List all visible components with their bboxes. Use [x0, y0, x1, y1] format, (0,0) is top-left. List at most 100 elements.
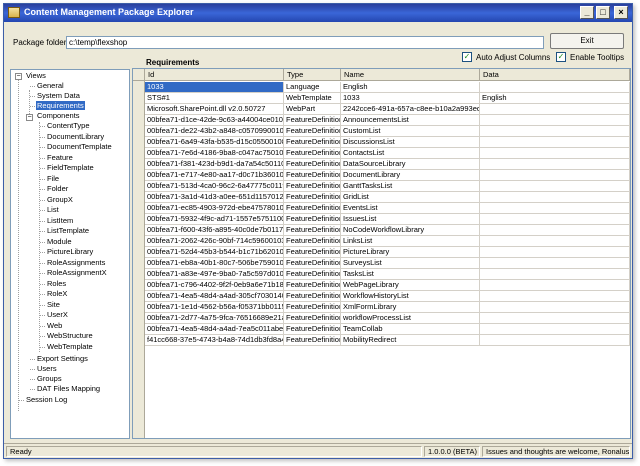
cell-id[interactable]: Microsoft.SharePoint.dll v2.0.50727 [145, 104, 284, 115]
table-row[interactable]: 00bfea71-4ea5-48d4-a4ad-305cf7030140 Feat… [145, 291, 630, 302]
tree-node-component[interactable]: WebStructure [46, 331, 94, 341]
exit-button[interactable]: Exit [550, 33, 624, 49]
cell-name[interactable]: IssuesList [341, 214, 480, 225]
auto-adjust-columns-checkbox[interactable]: ✓ [462, 52, 472, 62]
cell-data[interactable] [480, 335, 630, 346]
enable-tooltips-checkbox[interactable]: ✓ [556, 52, 566, 62]
cell-data[interactable] [480, 115, 630, 126]
title-bar[interactable]: Content Management Package Explorer _ □ … [4, 4, 632, 22]
tree-node-component[interactable]: DocumentTemplate [46, 142, 113, 152]
tree-node-component[interactable]: FieldTemplate [46, 163, 95, 173]
cell-id[interactable]: 00bfea71-4ea5-48d4-a4ad-7ea5c011abe5 [145, 324, 284, 335]
table-row[interactable]: Microsoft.SharePoint.dll v2.0.50727 WebPa… [145, 104, 630, 115]
table-row[interactable]: 00bfea71-f600-43f6-a895-40c0de7b0117 Feat… [145, 225, 630, 236]
table-row[interactable]: 00bfea71-3a1d-41d3-a0ee-651d11570120 Feat… [145, 192, 630, 203]
tree-node-component[interactable]: RoleAssignmentX [46, 268, 108, 278]
tree-node-component[interactable]: WebTemplate [46, 342, 94, 352]
table-row[interactable]: 00bfea71-1e1d-4562-b56a-f05371bb0115 Feat… [145, 302, 630, 313]
navigation-tree[interactable]: − Views General System Data Requirements… [10, 69, 130, 439]
cell-id[interactable]: 00bfea71-5932-4f9c-ad71-1557e5751100 [145, 214, 284, 225]
cell-name[interactable]: WebPageLibrary [341, 280, 480, 291]
tree-node-export-settings[interactable]: Export Settings [36, 354, 89, 364]
cell-type[interactable]: FeatureDefinition [284, 335, 341, 346]
cell-id[interactable]: STS#1 [145, 93, 284, 104]
cell-id[interactable]: 00bfea71-1e1d-4562-b56a-f05371bb0115 [145, 302, 284, 313]
cell-name[interactable]: LinksList [341, 236, 480, 247]
tree-node-system-data[interactable]: System Data [36, 91, 81, 101]
cell-id[interactable]: 00bfea71-2d77-4a75-9fca-76516689e21a [145, 313, 284, 324]
table-row[interactable]: 00bfea71-7e6d-4186-9ba8-c047ac750105 Feat… [145, 148, 630, 159]
cell-id[interactable]: 00bfea71-f381-423d-b9d1-da7a54c50110 [145, 159, 284, 170]
cell-data[interactable] [480, 192, 630, 203]
cell-type[interactable]: FeatureDefinition [284, 280, 341, 291]
cell-data[interactable] [480, 214, 630, 225]
cell-data[interactable] [480, 181, 630, 192]
tree-node-requirements[interactable]: Requirements [36, 101, 85, 111]
cell-name[interactable]: MobilityRedirect [341, 335, 480, 346]
cell-id[interactable]: 00bfea71-d1ce-42de-9c63-a44004ce0104 [145, 115, 284, 126]
column-header-type[interactable]: Type [284, 69, 341, 81]
tree-node-component[interactable]: Site [46, 300, 61, 310]
table-row[interactable]: STS#1 WebTemplate 1033 English [145, 93, 630, 104]
table-row[interactable]: 00bfea71-eb8a-40b1-80c7-506be7590102 Feat… [145, 258, 630, 269]
cell-type[interactable]: FeatureDefinition [284, 313, 341, 324]
cell-id[interactable]: 00bfea71-f600-43f6-a895-40c0de7b0117 [145, 225, 284, 236]
cell-data[interactable] [480, 302, 630, 313]
tree-node-component[interactable]: RoleX [46, 289, 68, 299]
cell-data[interactable] [480, 203, 630, 214]
views-expander-icon[interactable]: − [15, 73, 22, 80]
tree-node-components[interactable]: Components [36, 111, 81, 121]
cell-id[interactable]: 00bfea71-eb8a-40b1-80c7-506be7590102 [145, 258, 284, 269]
cell-name[interactable]: WorkflowHistoryList [341, 291, 480, 302]
table-row[interactable]: f41cc668-37e5-4743-b4a8-74d1db3fd8a4 Feat… [145, 335, 630, 346]
cell-name[interactable]: 1033 [341, 93, 480, 104]
cell-id[interactable]: 00bfea71-7e6d-4186-9ba8-c047ac750105 [145, 148, 284, 159]
cell-data[interactable] [480, 126, 630, 137]
tree-node-session-log[interactable]: Session Log [25, 395, 68, 405]
cell-type[interactable]: FeatureDefinition [284, 148, 341, 159]
cell-type[interactable]: FeatureDefinition [284, 126, 341, 137]
tree-node-component[interactable]: Folder [46, 184, 69, 194]
cell-id[interactable]: 00bfea71-a83e-497e-9ba0-7a5c597d0107 [145, 269, 284, 280]
cell-name[interactable]: 2242cce6-491a-657a-c8ee-b10a2a993eda [341, 104, 480, 115]
cell-id[interactable]: 00bfea71-52d4-45b3-b544-b1c71b620109 [145, 247, 284, 258]
cell-data[interactable] [480, 258, 630, 269]
tree-node-component[interactable]: Module [46, 237, 73, 247]
cell-type[interactable]: FeatureDefinition [284, 181, 341, 192]
cell-name[interactable]: ContactsList [341, 148, 480, 159]
requirements-grid[interactable]: Id Type Name Data 1033 Language English STS… [132, 68, 631, 439]
table-row[interactable]: 00bfea71-ec85-4903-972d-ebe475780106 Feat… [145, 203, 630, 214]
table-row[interactable]: 00bfea71-e717-4e80-aa17-d0c71b360101 Feat… [145, 170, 630, 181]
cell-id[interactable]: 00bfea71-ec85-4903-972d-ebe475780106 [145, 203, 284, 214]
cell-name[interactable]: GanttTasksList [341, 181, 480, 192]
table-row[interactable]: 00bfea71-2d77-4a75-9fca-76516689e21a Feat… [145, 313, 630, 324]
column-header-name[interactable]: Name [341, 69, 480, 81]
table-row[interactable]: 1033 Language English [145, 82, 630, 93]
tree-node-component[interactable]: UserX [46, 310, 69, 320]
cell-type[interactable]: WebTemplate [284, 93, 341, 104]
cell-id[interactable]: 00bfea71-3a1d-41d3-a0ee-651d11570120 [145, 192, 284, 203]
cell-data[interactable] [480, 324, 630, 335]
tree-node-component[interactable]: File [46, 174, 60, 184]
column-header-id[interactable]: Id [145, 69, 284, 81]
cell-name[interactable]: DiscussionsList [341, 137, 480, 148]
cell-type[interactable]: FeatureDefinition [284, 225, 341, 236]
cell-name[interactable]: workflowProcessList [341, 313, 480, 324]
cell-id[interactable]: f41cc668-37e5-4743-b4a8-74d1db3fd8a4 [145, 335, 284, 346]
cell-type[interactable]: FeatureDefinition [284, 115, 341, 126]
cell-id[interactable]: 00bfea71-513d-4ca0-96c2-6a47775c0119 [145, 181, 284, 192]
cell-type[interactable]: FeatureDefinition [284, 170, 341, 181]
cell-data[interactable] [480, 159, 630, 170]
table-row[interactable]: 00bfea71-5932-4f9c-ad71-1557e5751100 Feat… [145, 214, 630, 225]
cell-name[interactable]: TeamCollab [341, 324, 480, 335]
close-button[interactable]: × [614, 6, 628, 19]
cell-data[interactable] [480, 280, 630, 291]
cell-type[interactable]: FeatureDefinition [284, 258, 341, 269]
tree-node-users[interactable]: Users [36, 364, 58, 374]
minimize-button[interactable]: _ [580, 6, 594, 19]
tree-node-component[interactable]: RoleAssignments [46, 258, 106, 268]
cell-data[interactable] [480, 291, 630, 302]
cell-id[interactable]: 00bfea71-c796-4402-9f2f-0eb9a6e71b18 [145, 280, 284, 291]
tree-node-views[interactable]: Views [25, 71, 47, 81]
tree-node-component[interactable]: DocumentLibrary [46, 132, 105, 142]
